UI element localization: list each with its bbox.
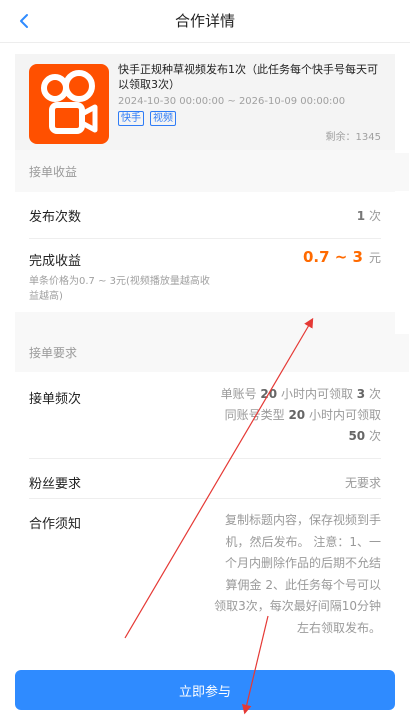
- publish-count-value: 1 次: [357, 207, 381, 224]
- notice-line: 算佣金 2、此任务每个号可以: [225, 577, 381, 592]
- income-section-header: 接单收益: [15, 153, 409, 191]
- frequency-line-1: 单账号 20 小时内可领取 3 次: [220, 387, 381, 401]
- notice-text: 复制标题内容，保存视频到手 机，然后发布。 注意：1、一 个月内删除作品的后期不…: [214, 510, 381, 639]
- task-card: 快手正规种草视频发布1次（此任务每个快手号每天可以领取3次） 2024-10-3…: [15, 54, 395, 150]
- task-date-range: 2024-10-30 00:00:00 ~ 2026-10-09 00:00:0…: [118, 96, 346, 107]
- divider: [29, 458, 381, 459]
- divider: [29, 238, 381, 239]
- notice-line: 机，然后发布。 注意：1、一: [225, 534, 381, 549]
- income-range: 0.7 ~ 3: [302, 248, 363, 266]
- income-label: 完成收益: [29, 254, 82, 269]
- notice-line: 领取3次，每次最好间隔10分钟: [214, 599, 381, 613]
- tag-kuaishou: 快手: [118, 111, 144, 126]
- join-button[interactable]: 立即参与: [15, 670, 395, 710]
- publish-count-unit: 次: [368, 209, 381, 223]
- content-area: 快手正规种草视频发布1次（此任务每个快手号每天可以领取3次） 2024-10-3…: [15, 54, 409, 664]
- remaining-count: 剩余：1345: [325, 132, 381, 143]
- publish-count-label: 发布次数: [29, 210, 82, 225]
- requirements-section-header: 接单要求: [15, 334, 409, 372]
- notice-label: 合作须知: [29, 517, 82, 532]
- notice-line: 左右领取发布。: [296, 620, 381, 635]
- tag-video: 视频: [150, 111, 176, 126]
- frequency-line-2: 同账号类型 20 小时内可领取: [224, 408, 381, 422]
- requirements-section: 接单频次 单账号 20 小时内可领取 3 次 同账号类型 20 小时内可领取 5…: [15, 372, 395, 664]
- fans-label: 粉丝要求: [29, 477, 82, 492]
- top-bar: 合作详情: [0, 0, 410, 43]
- task-tags: 快手 视频: [118, 111, 176, 126]
- frequency-label: 接单频次: [29, 392, 82, 407]
- kuaishou-logo: [29, 64, 109, 144]
- publish-count-number: 1: [356, 209, 366, 223]
- notice-line: 复制标题内容，保存视频到手: [224, 513, 381, 527]
- income-value: 0.7 ~ 3 元: [303, 248, 381, 266]
- frequency-value: 单账号 20 小时内可领取 3 次 同账号类型 20 小时内可领取 50 次: [221, 384, 381, 447]
- notice-line: 个月内删除作品的后期不允结: [224, 556, 381, 570]
- income-note: 单条价格为0.7 ~ 3元(视频播放量越高收益越高): [29, 276, 210, 302]
- frequency-line-3: 50 次: [348, 429, 381, 443]
- income-section: 发布次数 1 次 完成收益 0.7 ~ 3 元 单条价格为0.7 ~ 3元(视频播…: [15, 192, 395, 312]
- page-title: 合作详情: [174, 12, 235, 30]
- task-title: 快手正规种草视频发布1次（此任务每个快手号每天可以领取3次）: [118, 63, 378, 91]
- income-unit: 元: [368, 251, 381, 265]
- divider: [29, 498, 381, 499]
- fans-value: 无要求: [344, 476, 381, 490]
